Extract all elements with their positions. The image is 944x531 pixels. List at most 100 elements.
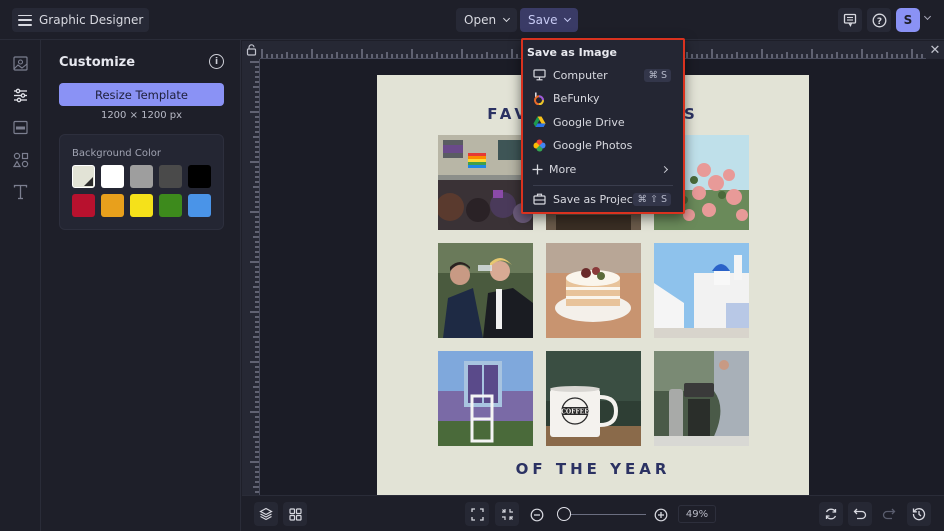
menu-divider <box>533 185 673 186</box>
history-button[interactable] <box>907 502 931 526</box>
santorini-church-photo[interactable] <box>654 243 749 338</box>
toast-photo[interactable] <box>438 243 533 338</box>
briefcase-icon <box>532 192 546 206</box>
menu-item-label: Computer <box>553 68 608 82</box>
rail-item-photos[interactable] <box>12 55 29 72</box>
save-menu-item-google-drive[interactable]: Google Drive <box>523 111 683 133</box>
hamburger-icon <box>18 14 32 26</box>
zoom-in-button[interactable] <box>654 507 668 526</box>
save-as-image-header: Save as Image <box>527 46 617 59</box>
rail-item-text[interactable] <box>12 183 29 200</box>
zoom-out-button[interactable] <box>530 507 544 526</box>
save-as-project-item[interactable]: Save as Project ⌘ ⇧ S <box>523 188 683 210</box>
rail-item-customize[interactable] <box>12 87 29 104</box>
redo-icon <box>882 508 896 520</box>
save-button[interactable]: Save <box>520 8 579 32</box>
color-swatch[interactable] <box>101 194 124 217</box>
save-menu-item-befunky[interactable]: BeFunky <box>523 87 683 109</box>
zoom-slider-handle[interactable] <box>557 507 572 521</box>
svg-text:?: ? <box>876 17 881 27</box>
lock-icon <box>246 44 256 56</box>
app-menu-button[interactable]: Graphic Designer <box>12 8 150 32</box>
refresh-icon <box>825 508 837 520</box>
menu-item-label: Save as Project <box>553 192 638 206</box>
save-label: Save <box>528 13 558 27</box>
rail-item-layouts[interactable] <box>12 119 29 136</box>
coffee-mug-photo[interactable]: COFFEE <box>546 351 641 446</box>
plus-icon <box>530 162 544 176</box>
tool-rail <box>0 40 41 531</box>
shortcut-badge: ⌘ S <box>644 68 671 82</box>
template-size-text: 1200 × 1200 px <box>100 110 183 121</box>
app-title: Graphic Designer <box>39 13 144 27</box>
cake-photo[interactable] <box>546 243 641 338</box>
lavender-window-photo[interactable] <box>438 351 533 446</box>
open-label: Open <box>464 13 497 27</box>
shortcut-badge: ⌘ ⇧ S <box>633 192 671 206</box>
color-swatch[interactable] <box>159 194 182 217</box>
design-subtitle[interactable]: OF THE YEAR <box>377 460 809 478</box>
redo-button[interactable] <box>877 502 901 526</box>
panel-title: Customize <box>59 55 136 70</box>
bottom-toolbar: 49% <box>242 495 944 531</box>
title-right-fragment: S <box>683 105 699 123</box>
vertical-ruler[interactable] <box>242 59 260 495</box>
zoom-level-input[interactable]: 49% <box>678 505 716 523</box>
info-icon[interactable]: i <box>209 54 224 69</box>
undo-button[interactable] <box>848 502 872 526</box>
layers-icon <box>259 507 273 521</box>
comments-button[interactable] <box>838 8 862 32</box>
rail-item-graphics[interactable] <box>12 151 29 168</box>
image-icon <box>13 56 28 71</box>
color-swatch[interactable] <box>188 194 211 217</box>
save-menu-item-computer[interactable]: Computer ⌘ S <box>523 64 683 86</box>
fit-to-screen-button[interactable] <box>465 502 489 526</box>
save-menu-item-google-photos[interactable]: Google Photos <box>523 134 683 156</box>
custom-color-indicator <box>84 177 93 186</box>
befunky-icon <box>532 91 546 105</box>
menu-item-label: Google Photos <box>553 138 633 152</box>
save-menu: Save as Image Computer ⌘ S BeFunky Googl… <box>521 38 685 214</box>
google-photos-icon <box>532 138 546 152</box>
pride-parade-photo[interactable] <box>438 135 533 230</box>
text-icon <box>13 184 28 199</box>
menu-item-label: More <box>549 162 577 176</box>
background-color-card: Background Color <box>59 134 224 230</box>
save-menu-item-more[interactable]: More <box>523 158 683 180</box>
help-icon: ? <box>872 13 886 27</box>
open-button[interactable]: Open <box>456 8 518 32</box>
actual-size-button[interactable] <box>495 502 519 526</box>
grid-icon <box>288 507 302 521</box>
camp-stove-photo[interactable] <box>654 351 749 446</box>
zoom-in-icon <box>654 508 668 522</box>
color-swatch[interactable] <box>72 194 95 217</box>
reset-button[interactable] <box>819 502 843 526</box>
color-swatch[interactable] <box>130 165 153 188</box>
menu-item-label: BeFunky <box>553 91 600 105</box>
sliders-icon <box>14 88 27 103</box>
color-swatch[interactable] <box>101 165 124 188</box>
layers-button[interactable] <box>254 502 278 526</box>
monitor-icon <box>532 68 546 82</box>
chevron-right-icon <box>660 165 669 173</box>
color-swatch[interactable] <box>130 194 153 217</box>
help-button[interactable]: ? <box>867 8 891 32</box>
color-swatch[interactable] <box>159 165 182 188</box>
ruler-lock-button[interactable] <box>242 41 260 59</box>
shrink-icon <box>501 508 513 520</box>
grid-view-button[interactable] <box>283 502 307 526</box>
undo-icon <box>853 508 867 520</box>
comment-icon <box>843 13 857 27</box>
shapes-icon <box>12 152 28 167</box>
chevron-down-icon[interactable] <box>923 12 932 21</box>
avatar[interactable]: S <box>896 8 920 32</box>
chevron-down-icon <box>564 14 572 23</box>
close-rulers-button[interactable]: ✕ <box>926 41 944 59</box>
google-drive-icon <box>532 115 546 129</box>
zoom-slider-track[interactable] <box>562 514 646 515</box>
swatch-current[interactable] <box>72 165 95 188</box>
background-color-label: Background Color <box>72 148 161 159</box>
close-icon: ✕ <box>929 42 941 58</box>
color-swatch[interactable] <box>188 165 211 188</box>
resize-template-button[interactable]: Resize Template <box>59 83 224 106</box>
